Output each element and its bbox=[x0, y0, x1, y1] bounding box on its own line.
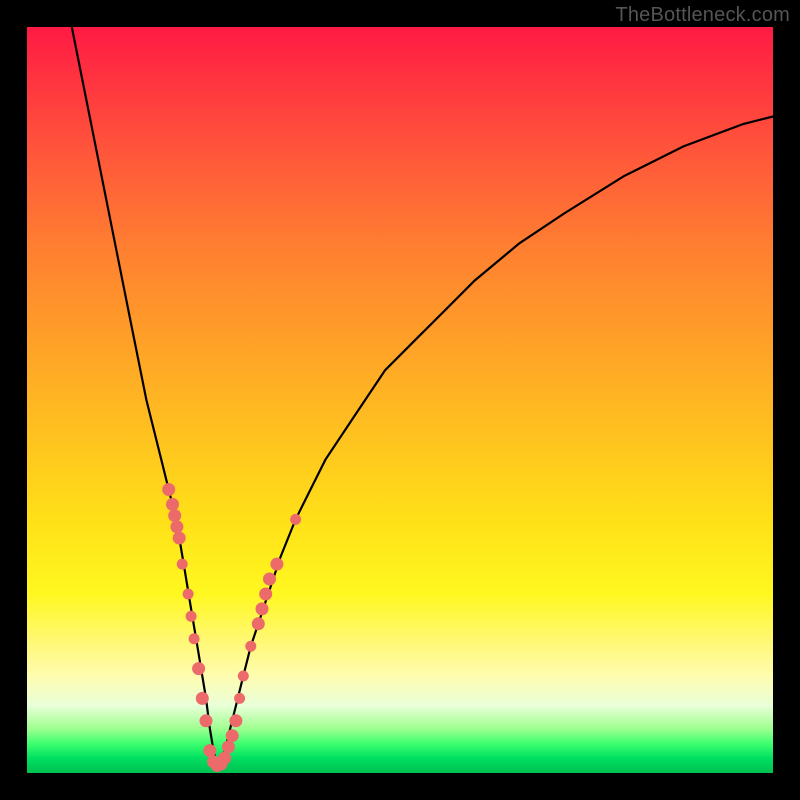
dots-right-mid bbox=[264, 573, 276, 585]
dots-bottom bbox=[222, 741, 234, 753]
dots-left-mid bbox=[186, 611, 196, 621]
dots-left-mid bbox=[177, 559, 187, 569]
dots-right-mid bbox=[252, 618, 264, 630]
dots-left-lower bbox=[200, 715, 212, 727]
dots-bottom bbox=[204, 745, 216, 757]
dots-bottom bbox=[230, 715, 242, 727]
dots-left-mid bbox=[183, 589, 193, 599]
dots-left-upper bbox=[163, 484, 175, 496]
dots-left-lower bbox=[196, 692, 208, 704]
bottleneck-curve bbox=[72, 27, 773, 766]
chart-svg bbox=[27, 27, 773, 773]
dots-right-lower bbox=[235, 693, 245, 703]
dots-left-mid bbox=[189, 634, 199, 644]
dots-right-mid bbox=[271, 558, 283, 570]
dots-left-upper bbox=[171, 521, 183, 533]
dots-right-lower bbox=[246, 641, 256, 651]
dots-left-upper bbox=[173, 532, 185, 544]
dots-left-upper bbox=[167, 498, 179, 510]
curve-markers bbox=[163, 484, 301, 772]
dots-bottom bbox=[226, 730, 238, 742]
dots-left-lower bbox=[193, 663, 205, 675]
dots-right-mid bbox=[256, 603, 268, 615]
dots-right-upper bbox=[291, 514, 301, 524]
dots-bottom bbox=[219, 752, 231, 764]
watermark-text: TheBottleneck.com bbox=[615, 4, 790, 27]
dots-left-upper bbox=[169, 510, 181, 522]
dots-right-lower bbox=[238, 671, 248, 681]
dots-right-mid bbox=[260, 588, 272, 600]
